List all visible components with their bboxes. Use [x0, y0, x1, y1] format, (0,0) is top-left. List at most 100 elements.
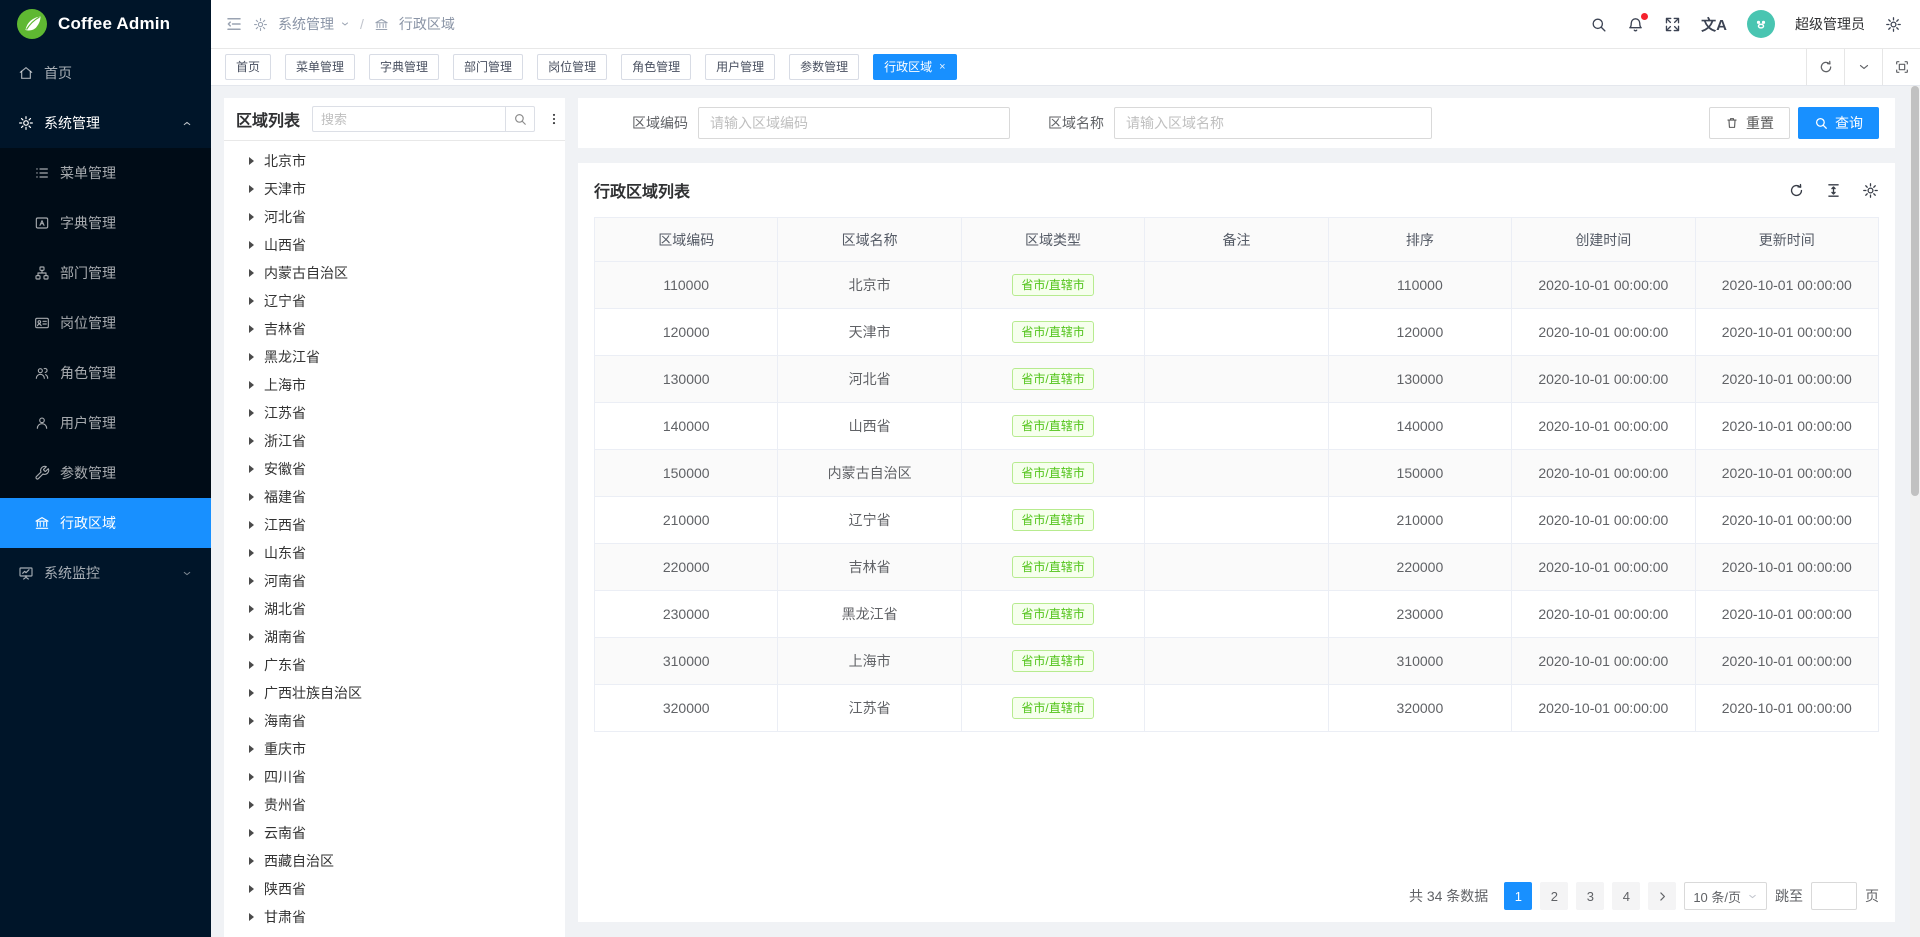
tree-item[interactable]: 浙江省: [224, 427, 565, 455]
tree-item[interactable]: 上海市: [224, 371, 565, 399]
caret-right-icon[interactable]: [249, 913, 254, 921]
sidebar-group-monitor[interactable]: 系统监控: [0, 548, 211, 598]
row-density-icon[interactable]: [1825, 182, 1842, 199]
caret-right-icon[interactable]: [249, 577, 254, 585]
tab-active[interactable]: 行政区域 ×: [873, 54, 956, 80]
tree-item[interactable]: 福建省: [224, 483, 565, 511]
tree-item[interactable]: 陕西省: [224, 875, 565, 903]
tree-item[interactable]: 黑龙江省: [224, 343, 565, 371]
tab[interactable]: 首页: [225, 54, 271, 80]
tree-item[interactable]: 河北省: [224, 203, 565, 231]
caret-right-icon[interactable]: [249, 549, 254, 557]
avatar[interactable]: [1747, 10, 1775, 38]
sidebar-item-region-active[interactable]: 行政区域: [0, 498, 211, 548]
tree-item[interactable]: 辽宁省: [224, 287, 565, 315]
tree-item[interactable]: 广东省: [224, 651, 565, 679]
tree-item[interactable]: 山东省: [224, 539, 565, 567]
sidebar-item-user-mgmt[interactable]: 用户管理: [0, 398, 211, 448]
tree-item[interactable]: 湖南省: [224, 623, 565, 651]
caret-right-icon[interactable]: [249, 773, 254, 781]
close-icon[interactable]: ×: [939, 62, 945, 73]
tree-item[interactable]: 河南省: [224, 567, 565, 595]
caret-right-icon[interactable]: [249, 661, 254, 669]
caret-right-icon[interactable]: [249, 241, 254, 249]
pagination-next-button[interactable]: [1648, 882, 1676, 910]
tree-item[interactable]: 西藏自治区: [224, 847, 565, 875]
tree-search-button[interactable]: [505, 106, 535, 132]
breadcrumb-group[interactable]: 系统管理: [278, 14, 350, 34]
caret-right-icon[interactable]: [249, 213, 254, 221]
caret-right-icon[interactable]: [249, 885, 254, 893]
refresh-icon[interactable]: [1788, 182, 1805, 199]
tree-item[interactable]: 安徽省: [224, 455, 565, 483]
tree-item[interactable]: 江苏省: [224, 399, 565, 427]
caret-right-icon[interactable]: [249, 801, 254, 809]
caret-right-icon[interactable]: [249, 829, 254, 837]
sidebar-group-system[interactable]: 系统管理: [0, 98, 211, 148]
caret-right-icon[interactable]: [249, 633, 254, 641]
sidebar-item-dept-mgmt[interactable]: 部门管理: [0, 248, 211, 298]
tree-item[interactable]: 湖北省: [224, 595, 565, 623]
tab[interactable]: 岗位管理: [537, 54, 607, 80]
tree-item[interactable]: 吉林省: [224, 315, 565, 343]
tree-item[interactable]: 天津市: [224, 175, 565, 203]
column-settings-gear-icon[interactable]: [1862, 182, 1879, 199]
pagination-page-active[interactable]: 1: [1504, 882, 1532, 910]
caret-right-icon[interactable]: [249, 689, 254, 697]
caret-right-icon[interactable]: [249, 437, 254, 445]
tree-item[interactable]: 内蒙古自治区: [224, 259, 565, 287]
tab[interactable]: 角色管理: [621, 54, 691, 80]
region-code-input[interactable]: [698, 107, 1010, 139]
tree-item[interactable]: 北京市: [224, 147, 565, 175]
caret-right-icon[interactable]: [249, 353, 254, 361]
fullscreen-icon[interactable]: [1664, 16, 1681, 33]
menu-fold-icon[interactable]: [225, 15, 243, 33]
tree-item[interactable]: 广西壮族自治区: [224, 679, 565, 707]
pagination-page-button[interactable]: 4: [1612, 882, 1640, 910]
tree-item[interactable]: 海南省: [224, 707, 565, 735]
logo[interactable]: Coffee Admin: [0, 0, 211, 48]
tree-item[interactable]: 重庆市: [224, 735, 565, 763]
caret-right-icon[interactable]: [249, 745, 254, 753]
scrollbar-thumb[interactable]: [1911, 86, 1919, 496]
tree-item[interactable]: 青海省: [224, 931, 565, 937]
kebab-menu-icon[interactable]: [547, 111, 561, 127]
tree-item[interactable]: 山西省: [224, 231, 565, 259]
maximize-content-icon[interactable]: [1882, 49, 1920, 85]
sidebar-item-role-mgmt[interactable]: 角色管理: [0, 348, 211, 398]
tree-item[interactable]: 江西省: [224, 511, 565, 539]
sidebar-item-menu-mgmt[interactable]: 菜单管理: [0, 148, 211, 198]
pagination-page-button[interactable]: 3: [1576, 882, 1604, 910]
chevron-down-icon[interactable]: [1844, 49, 1882, 85]
notification-bell-icon[interactable]: [1627, 16, 1644, 33]
tree-item[interactable]: 贵州省: [224, 791, 565, 819]
caret-right-icon[interactable]: [249, 605, 254, 613]
tab[interactable]: 用户管理: [705, 54, 775, 80]
caret-right-icon[interactable]: [249, 269, 254, 277]
translate-icon[interactable]: 文A: [1701, 14, 1727, 35]
caret-right-icon[interactable]: [249, 465, 254, 473]
tree-item[interactable]: 甘肃省: [224, 903, 565, 931]
caret-right-icon[interactable]: [249, 493, 254, 501]
sidebar-item-home[interactable]: 首页: [0, 48, 211, 98]
sidebar-item-param-mgmt[interactable]: 参数管理: [0, 448, 211, 498]
tree-item[interactable]: 四川省: [224, 763, 565, 791]
caret-right-icon[interactable]: [249, 297, 254, 305]
search-button[interactable]: 查询: [1798, 107, 1879, 139]
sidebar-item-post-mgmt[interactable]: 岗位管理: [0, 298, 211, 348]
jump-to-input[interactable]: [1811, 882, 1857, 910]
region-name-input[interactable]: [1114, 107, 1432, 139]
pagination-page-button[interactable]: 2: [1540, 882, 1568, 910]
search-icon[interactable]: [1590, 16, 1607, 33]
caret-right-icon[interactable]: [249, 381, 254, 389]
page-scrollbar[interactable]: [1910, 86, 1920, 937]
refresh-icon[interactable]: [1806, 49, 1844, 85]
reset-button[interactable]: 重置: [1709, 107, 1790, 139]
caret-right-icon[interactable]: [249, 717, 254, 725]
tab[interactable]: 部门管理: [453, 54, 523, 80]
username[interactable]: 超级管理员: [1795, 14, 1865, 34]
caret-right-icon[interactable]: [249, 325, 254, 333]
tree-item[interactable]: 云南省: [224, 819, 565, 847]
caret-right-icon[interactable]: [249, 185, 254, 193]
settings-gear-icon[interactable]: [1885, 16, 1902, 33]
